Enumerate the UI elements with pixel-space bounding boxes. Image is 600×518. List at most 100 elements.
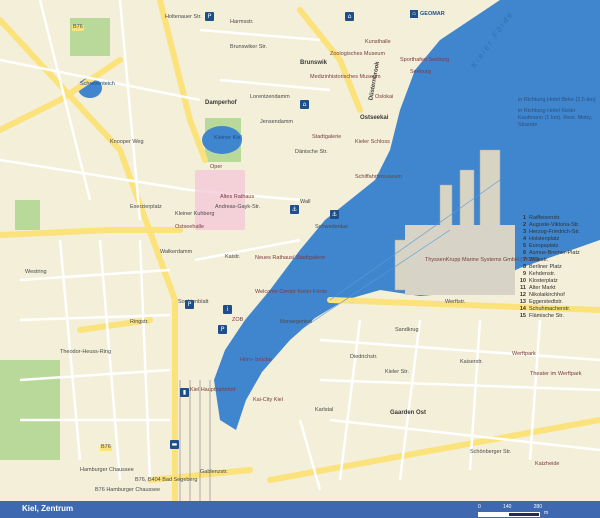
parking-icon[interactable]: P: [218, 325, 227, 334]
legend-row: 14 Schuhmacherstr.: [518, 306, 598, 313]
poi-label[interactable]: Kai-City Kiel: [253, 397, 283, 404]
poi-label[interactable]: Neues Rathaus/ Stadtgalerie: [255, 255, 325, 262]
district-label: Damperhof: [205, 100, 237, 106]
legend-street-name: Alter Markt: [529, 285, 556, 291]
map[interactable]: Kieler Förde Düsternbrook Damperhof Brun…: [0, 0, 600, 518]
street-index-legend: 1 Raiffeisenstr. 2 Auguste-Viktoria-Str. 3 He…: [518, 215, 598, 320]
poi-label[interactable]: Ostseehalle: [175, 224, 204, 231]
street-label: Westring: [25, 269, 47, 275]
legend-street-name: Willestr.: [529, 257, 549, 263]
street-label: Werftstr.: [445, 299, 466, 305]
legend-row: 9 Kehdenstr.: [518, 271, 598, 278]
poi-label[interactable]: Welcome Center Kieler Förde: [255, 289, 327, 296]
road-shield: B76 Hamburger Chaussee: [95, 487, 161, 493]
legend-street-name: Asmus-Bremer-Platz: [529, 250, 580, 256]
poi-label[interactable]: Seeburg: [410, 69, 431, 76]
scale-tick: 0: [478, 504, 481, 510]
legend-number: 2: [522, 222, 526, 228]
map-base: [0, 0, 600, 501]
street-label: Kleiner Kuhberg: [175, 211, 215, 217]
legend-street-name: Raiffeisenstr.: [529, 215, 561, 221]
legend-street-name: Berliner Platz: [529, 264, 562, 270]
map-title: Kiel, Zentrum: [22, 504, 74, 513]
museum-icon[interactable]: ⌂: [300, 100, 309, 109]
legend-street-name: Auguste-Viktoria-Str.: [529, 222, 580, 228]
legend-street-name: Klosterplatz: [529, 278, 558, 284]
legend-row: 8 Berliner Platz: [518, 264, 598, 271]
ferry-icon[interactable]: ⚓: [290, 205, 299, 214]
street-label: Kaistr.: [225, 254, 241, 260]
legend-street-name: Nikolaikirchhof: [529, 292, 565, 298]
district-label: Gaarden Ost: [390, 410, 427, 416]
street-label: Hamburger Chaussee: [80, 467, 134, 473]
road-shield: B76: [100, 444, 112, 451]
poi-label[interactable]: Sporthafen Seeburg: [400, 57, 449, 64]
ferry-icon[interactable]: ⚓: [330, 210, 339, 219]
poi-label[interactable]: Schiffahrtsmuseum: [355, 174, 402, 181]
poi-label[interactable]: ZOB: [232, 317, 243, 324]
legend-row: 12 Nikolaikirchhof: [518, 292, 598, 299]
street-label: Andreas-Gayk-Str.: [215, 204, 261, 210]
direction-note: in Richtung Hotel Birke (2,5 km): [518, 97, 596, 103]
poi-label[interactable]: Katzheide: [535, 461, 559, 468]
train-icon[interactable]: ▮: [180, 388, 189, 397]
legend-row: 15 Flämische Str.: [518, 313, 598, 320]
legend-number: 14: [519, 306, 526, 312]
street-label: Kieler Str.: [385, 369, 409, 375]
poi-label[interactable]: Stadtgalerie: [312, 134, 341, 141]
legend-number: 13: [519, 299, 526, 305]
legend-row: 10 Klosterplatz: [518, 278, 598, 285]
road-shield: B76, B404 Bad Segeberg: [135, 477, 198, 483]
map-footer: Kiel, Zentrum 0 140 280 m: [0, 501, 600, 518]
legend-row: 2 Auguste-Viktoria-Str.: [518, 222, 598, 229]
street-label: Wall: [300, 199, 311, 205]
street-label: Ringstr.: [130, 319, 149, 325]
bus-icon[interactable]: ▬: [170, 440, 179, 449]
poi-label[interactable]: Zoologisches Museum: [330, 51, 385, 58]
legend-number: 4: [522, 236, 526, 242]
poi-label[interactable]: Altes Rathaus: [220, 194, 254, 201]
legend-number: 8: [522, 264, 526, 270]
legend-number: 6: [522, 250, 526, 256]
scale-bar: 0 140 280 m: [478, 504, 578, 517]
legend-number: 9: [522, 271, 526, 277]
poi-label[interactable]: GEOMAR: [420, 11, 445, 18]
street-label: Exerzierplatz: [130, 204, 162, 210]
scale-tick: 140: [503, 504, 512, 510]
poi-label[interactable]: Kunsthalle: [365, 39, 391, 46]
street-label: Brunswiker Str.: [230, 44, 267, 50]
scale-tick: 280: [533, 504, 542, 510]
poi-label[interactable]: Kiel Hauptbahnhof: [190, 387, 235, 394]
street-label: Kaiserstr.: [460, 359, 483, 365]
directions-notes: in Richtung Hotel Birke (2,5 km) in Rich…: [518, 97, 598, 129]
legend-row: 3 Herzog-Friedrich-Str.: [518, 229, 598, 236]
road-shield: B76: [72, 24, 84, 31]
legend-number: 3: [522, 229, 526, 235]
legend-street-name: Holstenplatz: [529, 236, 560, 242]
poi-label[interactable]: Kleiner Kiel: [214, 135, 242, 142]
museum-icon[interactable]: ⌂: [345, 12, 354, 21]
poi-label[interactable]: Medizinhistorisches Museum: [310, 74, 381, 81]
street-label: Holtenauer Str.: [165, 14, 202, 20]
legend-street-name: Flämische Str.: [529, 313, 564, 319]
poi-label[interactable]: Hörn- brücke: [240, 357, 272, 364]
legend-number: 15: [519, 313, 526, 319]
poi-label[interactable]: Werftpark: [512, 351, 536, 358]
legend-street-name: Herzog-Friedrich-Str.: [529, 229, 581, 235]
poi-label[interactable]: Theater im Werftpark: [530, 371, 582, 378]
information-icon[interactable]: i: [223, 305, 232, 314]
poi-label[interactable]: Oper: [210, 164, 222, 171]
poi-label[interactable]: Oslokai: [375, 94, 393, 101]
legend-row: 5 Europaplatz: [518, 243, 598, 250]
poi-label[interactable]: Kieler Schloss: [355, 139, 390, 146]
street-label: Jensendamm: [260, 119, 294, 125]
street-label: Norwegenkai: [280, 319, 313, 325]
street-label: Gablenzstr.: [200, 469, 228, 475]
legend-row: 13 Eggerstedtstr.: [518, 299, 598, 306]
parking-icon[interactable]: P: [205, 12, 214, 21]
poi-label[interactable]: Schreventeich: [80, 81, 115, 88]
legend-row: 1 Raiffeisenstr.: [518, 215, 598, 222]
geomar-icon[interactable]: ⌂: [410, 10, 418, 18]
parking-icon[interactable]: P: [185, 300, 194, 309]
district-label: Brunswik: [300, 60, 328, 66]
